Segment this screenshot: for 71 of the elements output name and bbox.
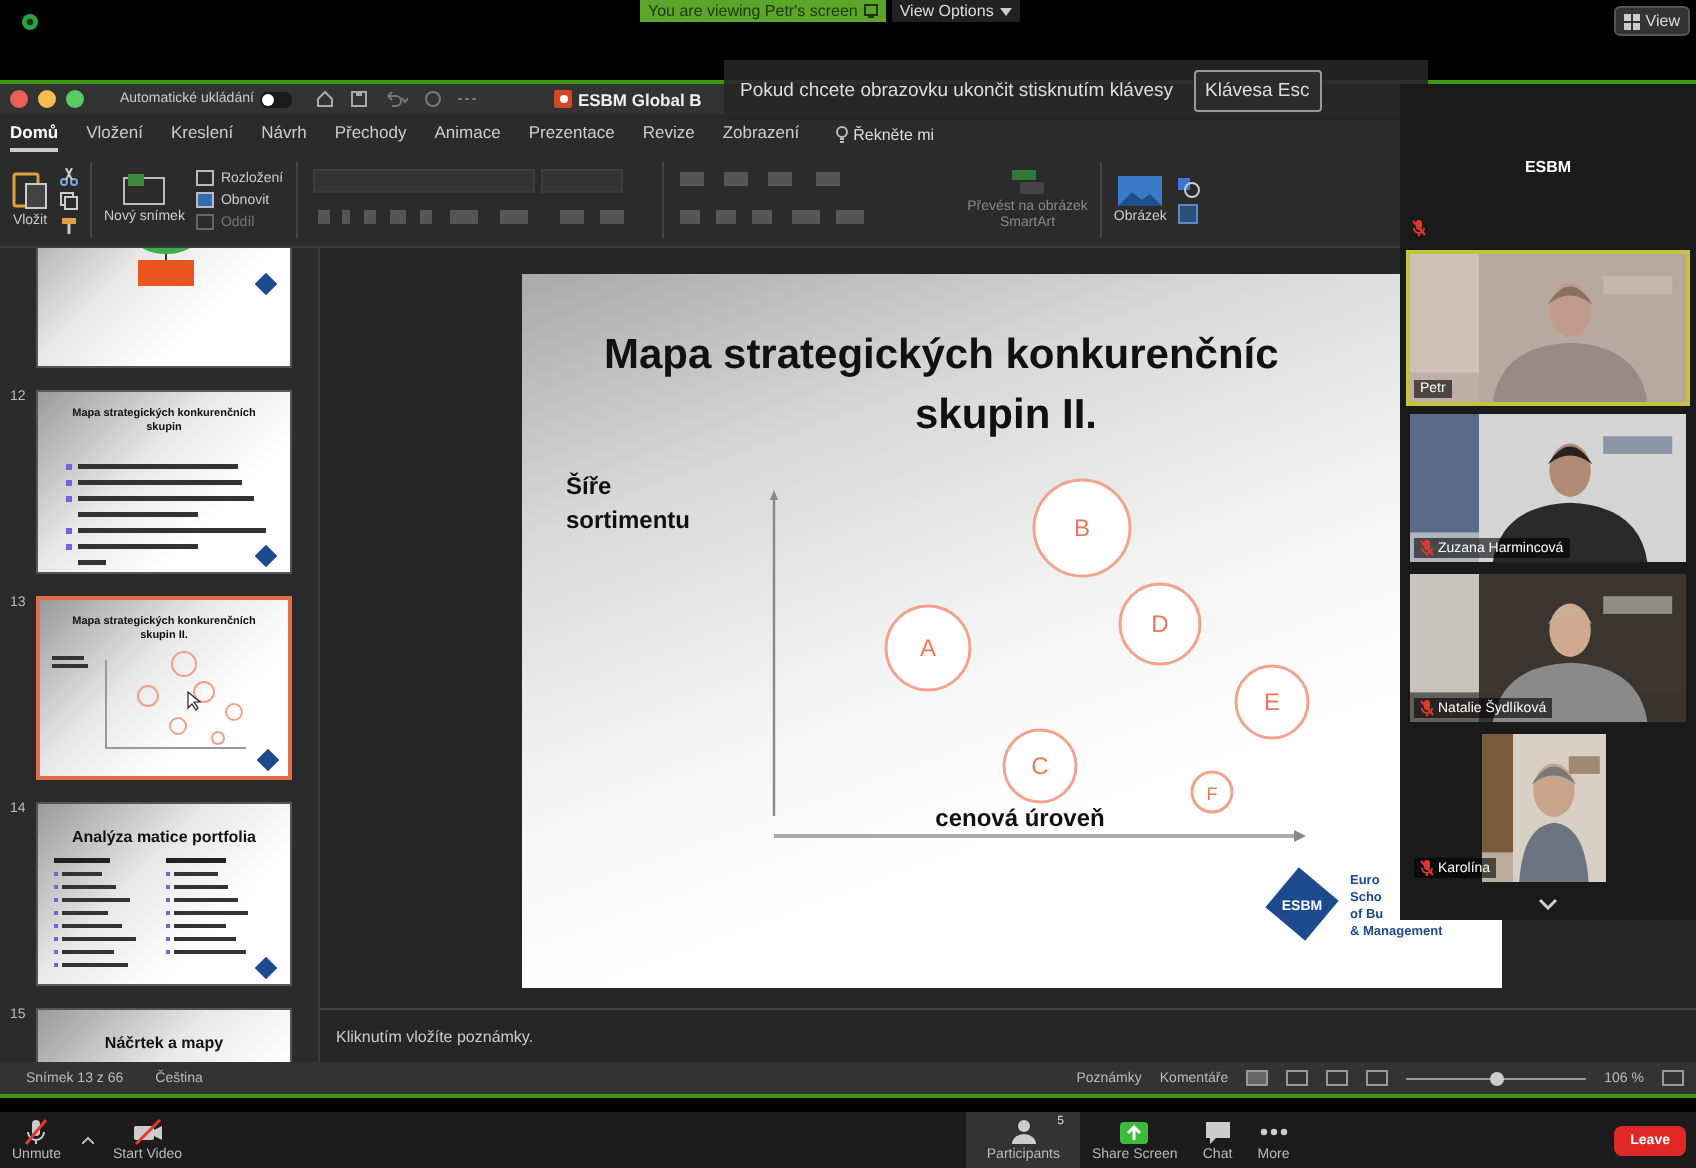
slide-title: Mapa strategických konkurenčníc <box>602 330 1281 382</box>
copy-icon[interactable] <box>60 191 78 209</box>
ribbon-tab[interactable]: Animace <box>434 116 501 152</box>
chevron-down-icon[interactable] <box>1538 898 1558 910</box>
home-icon[interactable] <box>315 90 334 108</box>
grid-icon <box>1623 13 1640 29</box>
ribbon-tab[interactable]: Revize <box>642 116 695 152</box>
bubble: F <box>1190 770 1234 814</box>
ribbon-tab[interactable]: Prezentace <box>528 116 615 152</box>
normal-view-icon[interactable] <box>1246 1070 1269 1086</box>
bubble: E <box>1234 664 1310 740</box>
fit-icon[interactable] <box>1662 1070 1684 1086</box>
participant-name: ESBM <box>1524 157 1572 175</box>
slide-title: skupin II. <box>914 390 1097 442</box>
banner-text: You are viewing Petr's screen <box>648 2 858 20</box>
scissors-icon[interactable] <box>60 167 78 185</box>
arrange-icon[interactable] <box>1178 203 1199 223</box>
zoom-slider-thumb[interactable] <box>1490 1071 1505 1085</box>
ribbon-tab[interactable]: Návrh <box>261 116 307 152</box>
slide-thumbnail[interactable]: Náčrtek a mapy <box>36 1008 292 1062</box>
axis-label: cenová úroveň <box>935 804 1105 832</box>
muted-mic-icon <box>1420 860 1434 876</box>
slideshow-icon[interactable] <box>1366 1070 1389 1086</box>
view-options-button[interactable]: View Options <box>891 0 1020 22</box>
thumbnail-title: Náčrtek a mapy <box>102 1032 226 1054</box>
undo-icon[interactable] <box>383 90 408 108</box>
screen-icon <box>863 4 878 18</box>
shapes-icon[interactable] <box>1178 177 1203 197</box>
image-icon <box>1118 175 1163 205</box>
axis-label: Šíře sortimentu <box>566 472 691 534</box>
slide-icon <box>122 174 167 206</box>
ribbon-tab[interactable]: Vložení <box>86 116 143 152</box>
bubble: B <box>1032 478 1132 578</box>
lightbulb-icon <box>835 125 848 143</box>
muted-mic-icon <box>1420 700 1434 716</box>
muted-mic-icon <box>1412 220 1426 236</box>
chat-icon <box>1201 1118 1234 1146</box>
thumbnail-title: Analýza matice portfolia <box>69 826 259 848</box>
reading-view-icon[interactable] <box>1326 1070 1349 1086</box>
key-hint: Klávesa Esc <box>1193 69 1322 111</box>
smartart-icon <box>1007 168 1048 196</box>
caret-icon <box>999 7 1012 15</box>
security-icon <box>22 14 38 30</box>
clipboard-icon <box>12 170 48 210</box>
sorter-view-icon[interactable] <box>1286 1070 1309 1086</box>
autosave-toggle[interactable] <box>259 91 292 107</box>
more-icon[interactable] <box>457 96 478 102</box>
notice-text: Pokud chcete obrazovku ukončit stisknutím klávesy <box>740 79 1173 101</box>
caret-icon[interactable] <box>81 1136 94 1144</box>
video-off-icon <box>131 1118 164 1146</box>
brush-icon[interactable] <box>60 215 78 233</box>
section-icon <box>196 214 215 230</box>
ribbon-tab[interactable]: Přechody <box>334 116 407 152</box>
bubble: C <box>1002 728 1078 804</box>
muted-mic-icon <box>1420 540 1434 556</box>
tell-me-field[interactable]: Řekněte mi <box>853 125 935 143</box>
ribbon-tab[interactable]: Zobrazení <box>722 116 800 152</box>
presentation-file-icon <box>553 90 572 108</box>
ribbon-tab[interactable]: Kreslení <box>170 116 234 152</box>
bubble: A <box>884 604 972 692</box>
share-screen-icon <box>1118 1118 1151 1146</box>
muted-mic-icon <box>22 1118 51 1146</box>
layout-icon <box>196 170 215 186</box>
reset-icon <box>196 192 215 208</box>
slide-thumbnail[interactable]: Analýza matice portfolia <box>36 802 292 986</box>
bubble: D <box>1118 582 1202 666</box>
view-button[interactable]: View <box>1613 6 1690 36</box>
notes-field[interactable]: Kliknutím vložíte poznámky. <box>336 1027 534 1045</box>
save-icon[interactable] <box>349 90 368 108</box>
document-title: ESBM Global B <box>577 89 702 109</box>
participants-icon <box>1007 1118 1040 1146</box>
